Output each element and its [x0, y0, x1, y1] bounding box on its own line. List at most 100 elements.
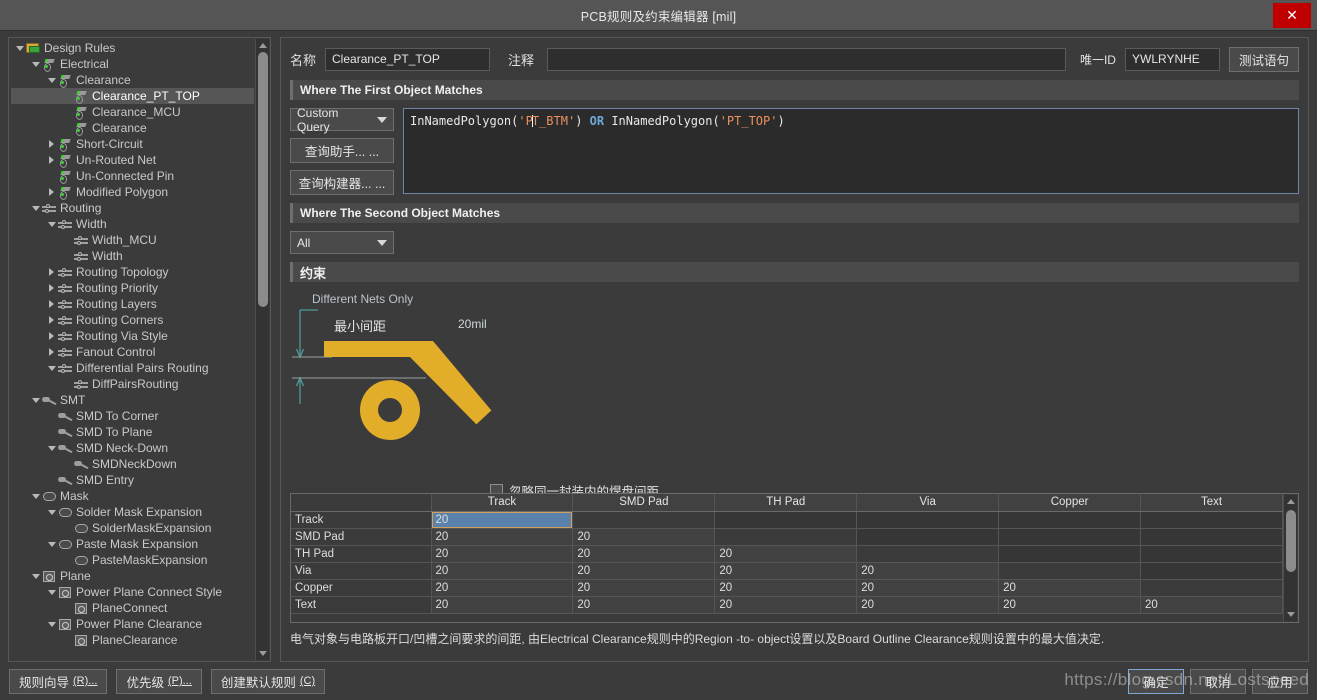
- chevron-right-icon[interactable]: [46, 312, 57, 328]
- matrix-cell[interactable]: 20: [714, 596, 858, 614]
- matrix-cell[interactable]: 20: [714, 545, 858, 563]
- tree-item-power-plane-connect-style[interactable]: Power Plane Connect Style: [11, 584, 254, 600]
- matrix-cell[interactable]: 20: [431, 562, 574, 580]
- tree-scroll-up-icon[interactable]: [256, 39, 270, 52]
- chevron-down-icon[interactable]: [30, 488, 41, 504]
- first-object-scope-select[interactable]: Custom Query: [290, 106, 394, 134]
- tree-item-un-connected-pin[interactable]: Un-Connected Pin: [11, 168, 254, 184]
- chevron-down-icon[interactable]: [46, 72, 57, 88]
- chevron-down-icon[interactable]: [30, 392, 41, 408]
- matrix-cell[interactable]: [856, 545, 1000, 563]
- tree-item-clearance[interactable]: Clearance: [11, 120, 254, 136]
- matrix-cell[interactable]: 20: [572, 579, 716, 597]
- tree-item-solder-mask-expansion[interactable]: Solder Mask Expansion: [11, 504, 254, 520]
- tree-item-routing-layers[interactable]: Routing Layers: [11, 296, 254, 312]
- table-row[interactable]: Copper 20 20 20 20 20: [291, 579, 1283, 597]
- matrix-col-header[interactable]: Via: [856, 494, 1000, 512]
- chevron-down-icon[interactable]: [46, 504, 57, 520]
- tree-item-diffpairsrouting[interactable]: DiffPairsRouting: [11, 376, 254, 392]
- matrix-cell[interactable]: 20: [572, 545, 716, 563]
- custom-query-textarea[interactable]: InNamedPolygon('PT_BTM') OR InNamedPolyg…: [403, 108, 1299, 194]
- tree-item-routing-topology[interactable]: Routing Topology: [11, 264, 254, 280]
- matrix-cell[interactable]: 20: [856, 562, 1000, 580]
- matrix-col-header[interactable]: TH Pad: [714, 494, 858, 512]
- matrix-cell[interactable]: [1140, 545, 1283, 563]
- chevron-down-icon[interactable]: [14, 40, 25, 56]
- matrix-col-header[interactable]: Copper: [998, 494, 1142, 512]
- chevron-right-icon[interactable]: [46, 136, 57, 152]
- matrix-cell[interactable]: 20: [572, 596, 716, 614]
- matrix-cell[interactable]: [856, 528, 1000, 546]
- query-builder-button[interactable]: 查询构建器... ...: [290, 170, 394, 195]
- tree-item-clearance-pt-top[interactable]: Clearance_PT_TOP: [11, 88, 254, 104]
- tree-item-routing-corners[interactable]: Routing Corners: [11, 312, 254, 328]
- table-row[interactable]: TH Pad 20 20 20: [291, 545, 1283, 563]
- tree-item-pastemaskexpansion[interactable]: PasteMaskExpansion: [11, 552, 254, 568]
- create-default-rules-button[interactable]: 创建默认规则 (C): [210, 668, 326, 694]
- tree-scrollbar[interactable]: [255, 39, 269, 660]
- matrix-cell[interactable]: [1140, 511, 1283, 529]
- matrix-cell[interactable]: [1140, 579, 1283, 597]
- chevron-down-icon[interactable]: [46, 616, 57, 632]
- rule-wizard-button[interactable]: 规则向导 (R)...: [9, 668, 108, 694]
- tree-item-differential-pairs-routing[interactable]: Differential Pairs Routing: [11, 360, 254, 376]
- tree-item-routing-via-style[interactable]: Routing Via Style: [11, 328, 254, 344]
- matrix-cell[interactable]: 20: [998, 596, 1142, 614]
- chevron-right-icon[interactable]: [46, 184, 57, 200]
- table-row[interactable]: Track 20: [291, 511, 1283, 529]
- tree-item-modified-polygon[interactable]: Modified Polygon: [11, 184, 254, 200]
- matrix-cell[interactable]: 20: [1140, 596, 1283, 614]
- tree-scroll-thumb[interactable]: [257, 52, 268, 307]
- matrix-cell[interactable]: [998, 528, 1142, 546]
- tree-item-un-routed-net[interactable]: Un-Routed Net: [11, 152, 254, 168]
- ok-button[interactable]: 确定: [1128, 668, 1184, 694]
- apply-button[interactable]: 应用: [1252, 668, 1308, 694]
- matrix-cell[interactable]: 20: [572, 528, 716, 546]
- matrix-scroll-down-icon[interactable]: [1284, 608, 1298, 621]
- rule-name-input[interactable]: Clearance_PT_TOP: [325, 47, 491, 71]
- matrix-cell[interactable]: [856, 511, 1000, 529]
- tree-item-short-circuit[interactable]: Short-Circuit: [11, 136, 254, 152]
- tree-item-smd-to-plane[interactable]: SMD To Plane: [11, 424, 254, 440]
- tree-item-smd-to-corner[interactable]: SMD To Corner: [11, 408, 254, 424]
- tree-item-clearance[interactable]: Clearance: [11, 72, 254, 88]
- chevron-right-icon[interactable]: [46, 344, 57, 360]
- tree-item-plane[interactable]: Plane: [11, 568, 254, 584]
- design-rules-tree[interactable]: Design Rules Electrical Clearance Clearance…: [11, 40, 254, 659]
- test-query-button[interactable]: 测试语句: [1228, 46, 1299, 72]
- table-row[interactable]: SMD Pad 20 20: [291, 528, 1283, 546]
- tree-item-mask[interactable]: Mask: [11, 488, 254, 504]
- tree-scroll-track[interactable]: [256, 52, 270, 647]
- tree-scroll-down-icon[interactable]: [256, 647, 270, 660]
- matrix-cell[interactable]: 20: [431, 596, 574, 614]
- matrix-scroll-thumb[interactable]: [1285, 510, 1296, 572]
- tree-item-power-plane-clearance[interactable]: Power Plane Clearance: [11, 616, 254, 632]
- matrix-cell[interactable]: [572, 511, 716, 529]
- tree-item-smd-entry[interactable]: SMD Entry: [11, 472, 254, 488]
- priority-button[interactable]: 优先级 (P)...: [116, 668, 202, 694]
- matrix-scroll-up-icon[interactable]: [1284, 495, 1298, 508]
- matrix-cell[interactable]: [998, 545, 1142, 563]
- tree-item-width[interactable]: Width: [11, 216, 254, 232]
- chevron-right-icon[interactable]: [46, 296, 57, 312]
- tree-item-smt[interactable]: SMT: [11, 392, 254, 408]
- matrix-col-header[interactable]: SMD Pad: [572, 494, 716, 512]
- chevron-right-icon[interactable]: [46, 280, 57, 296]
- chevron-down-icon[interactable]: [30, 200, 41, 216]
- table-row[interactable]: Via 20 20 20 20: [291, 562, 1283, 580]
- matrix-scrollbar[interactable]: [1283, 495, 1297, 621]
- chevron-down-icon[interactable]: [30, 56, 41, 72]
- chevron-down-icon[interactable]: [46, 216, 57, 232]
- tree-item-electrical[interactable]: Electrical: [11, 56, 254, 72]
- matrix-cell[interactable]: 20: [856, 579, 1000, 597]
- tree-item-planeconnect[interactable]: PlaneConnect: [11, 600, 254, 616]
- matrix-scroll-track[interactable]: [1284, 508, 1298, 608]
- matrix-cell[interactable]: [714, 511, 858, 529]
- chevron-down-icon[interactable]: [30, 568, 41, 584]
- tree-item-smdneckdown[interactable]: SMDNeckDown: [11, 456, 254, 472]
- close-icon[interactable]: ✕: [1273, 3, 1311, 28]
- chevron-down-icon[interactable]: [46, 536, 57, 552]
- tree-item-smd-neck-down[interactable]: SMD Neck-Down: [11, 440, 254, 456]
- second-object-scope-select[interactable]: All: [290, 231, 394, 254]
- query-helper-button[interactable]: 查询助手... ...: [290, 138, 394, 163]
